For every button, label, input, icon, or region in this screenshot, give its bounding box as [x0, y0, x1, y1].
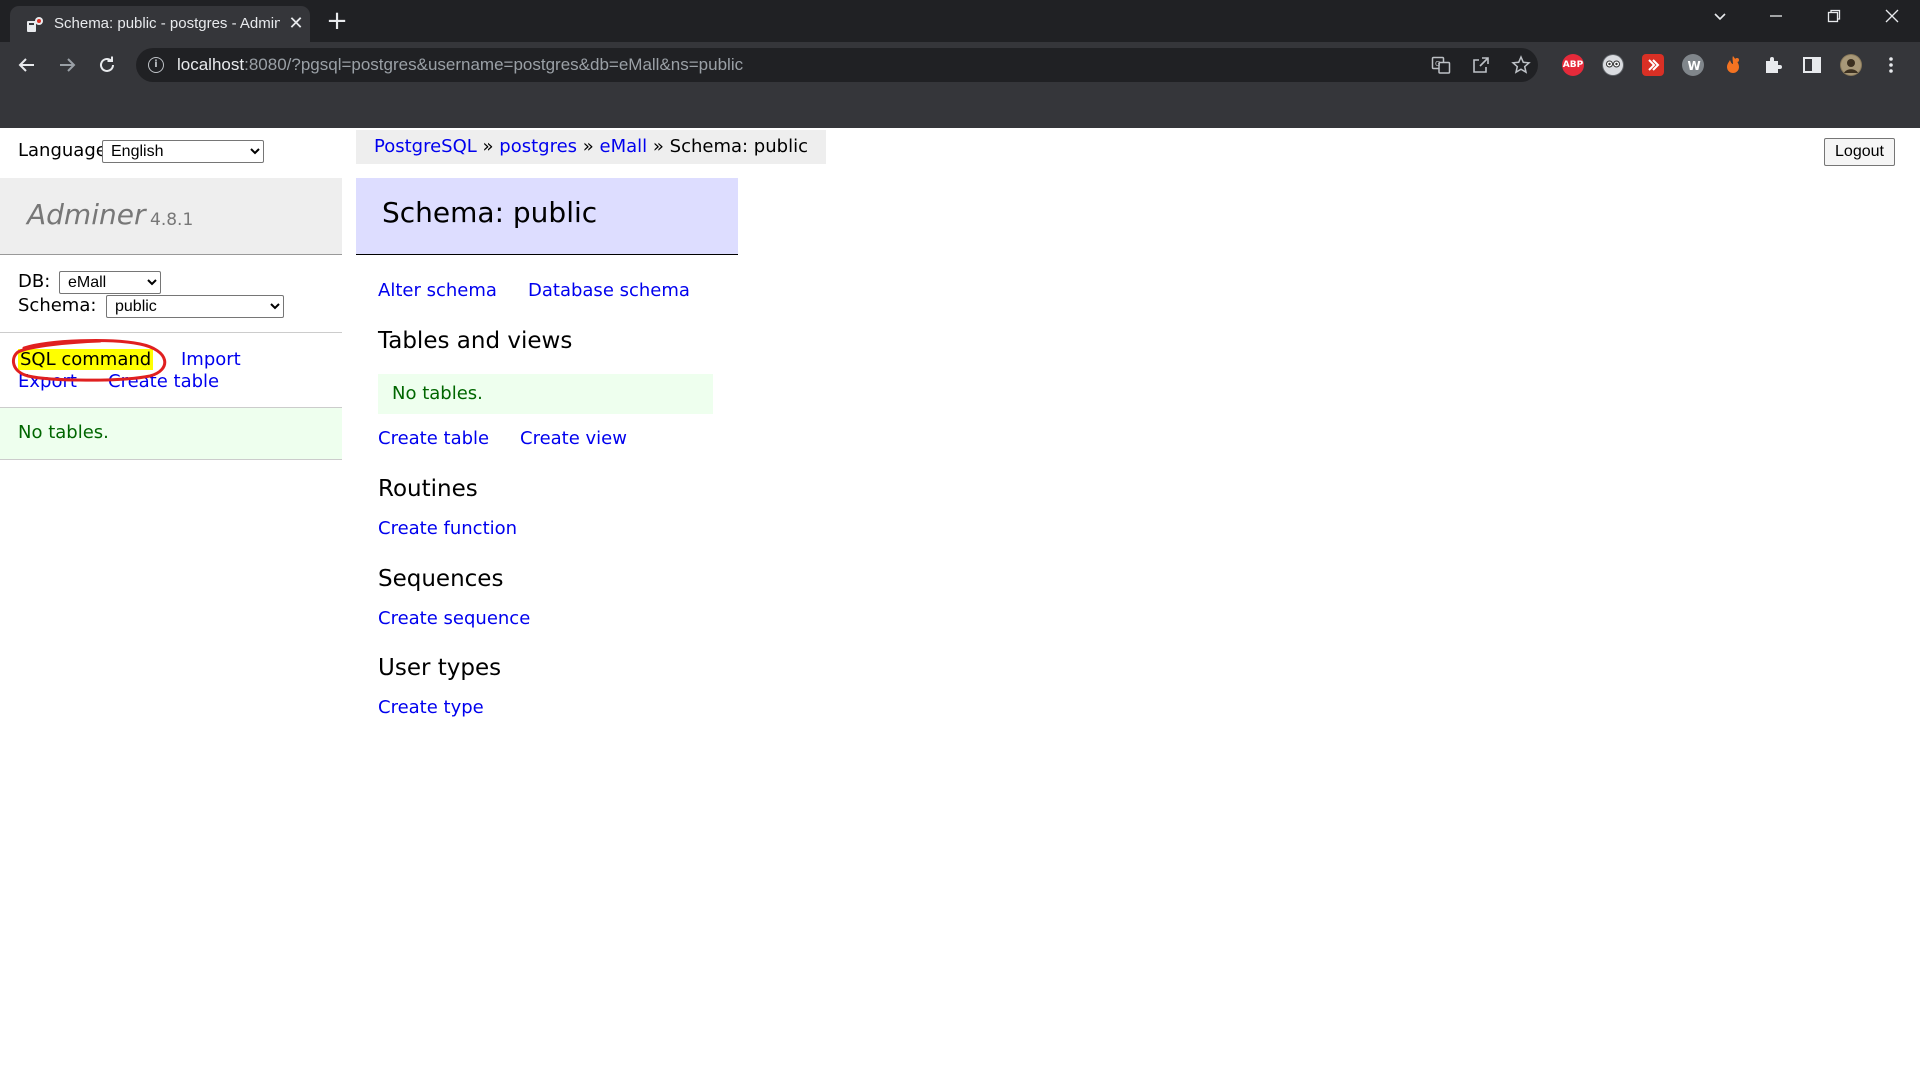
- share-icon[interactable]: [1470, 55, 1492, 77]
- browser-menu-icon[interactable]: [1880, 54, 1902, 76]
- db-label: DB:: [18, 271, 51, 292]
- create-view-link[interactable]: Create view: [520, 428, 627, 449]
- sql-command-link[interactable]: SQL command: [18, 349, 154, 370]
- create-sequence-link[interactable]: Create sequence: [378, 608, 530, 629]
- tab-search-icon[interactable]: [1692, 0, 1748, 36]
- video-extension-icon[interactable]: [1642, 54, 1664, 76]
- forward-icon[interactable]: [52, 50, 82, 80]
- restore-icon[interactable]: [1806, 0, 1862, 36]
- app-name[interactable]: Adminer: [27, 198, 145, 231]
- breadcrumb-separator: »: [652, 136, 664, 157]
- new-tab-button[interactable]: +: [322, 7, 352, 35]
- minimize-icon[interactable]: [1748, 0, 1804, 36]
- browser-toolbar: i localhost:8080/?pgsql=postgres&usernam…: [0, 42, 1920, 88]
- side-panel-icon[interactable]: [1801, 54, 1823, 76]
- user-types-heading: User types: [378, 655, 502, 681]
- logout-button[interactable]: Logout: [1824, 138, 1895, 166]
- browser-titlebar: Schema: public - postgres - Adminer ✕ +: [0, 0, 1920, 42]
- adminer-logo-header: Adminer 4.8.1: [0, 178, 342, 255]
- bookmark-star-icon[interactable]: [1510, 55, 1532, 77]
- db-select[interactable]: eMall: [59, 271, 161, 294]
- breadcrumb: PostgreSQL » postgres » eMall » Schema: …: [356, 130, 826, 164]
- database-schema-link[interactable]: Database schema: [528, 280, 690, 301]
- adminer-page: Language: English Adminer 4.8.1 DB: eMal…: [0, 128, 1920, 1080]
- alter-schema-link[interactable]: Alter schema: [378, 280, 497, 301]
- language-select[interactable]: English: [102, 140, 264, 163]
- tab-close-icon[interactable]: ✕: [286, 14, 306, 34]
- fire-extension-icon[interactable]: [1722, 54, 1744, 76]
- breadcrumb-server[interactable]: postgres: [499, 136, 577, 157]
- breadcrumb-separator: »: [482, 136, 494, 157]
- tab-title: Schema: public - postgres - Adminer: [54, 15, 280, 32]
- breadcrumb-postgresql[interactable]: PostgreSQL: [374, 136, 477, 157]
- site-info-icon[interactable]: i: [148, 57, 164, 73]
- sidebar-divider: [0, 332, 342, 333]
- create-function-link[interactable]: Create function: [378, 518, 517, 539]
- translate-icon[interactable]: G: [1430, 55, 1452, 77]
- w-extension-icon[interactable]: W: [1682, 54, 1704, 76]
- tables-and-views-heading: Tables and views: [378, 328, 573, 354]
- bookmarks-bar: [0, 88, 1920, 128]
- app-version: 4.8.1: [150, 210, 194, 230]
- schema-label: Schema:: [18, 295, 97, 316]
- create-type-link[interactable]: Create type: [378, 697, 484, 718]
- page-title-box: Schema: public: [356, 178, 738, 255]
- profile-avatar-icon[interactable]: [1840, 54, 1862, 76]
- import-link[interactable]: Import: [181, 349, 241, 370]
- breadcrumb-separator: »: [582, 136, 594, 157]
- language-label: Language:: [18, 140, 113, 161]
- sidebar-no-tables-message: No tables.: [0, 408, 342, 460]
- close-window-icon[interactable]: [1864, 0, 1920, 36]
- extensions-puzzle-icon[interactable]: [1762, 54, 1784, 76]
- back-icon[interactable]: [12, 50, 42, 80]
- breadcrumb-current: Schema: public: [669, 136, 808, 157]
- page-title: Schema: public: [382, 196, 598, 229]
- routines-heading: Routines: [378, 476, 478, 502]
- browser-tab-active[interactable]: Schema: public - postgres - Adminer ✕: [10, 6, 310, 42]
- export-link[interactable]: Export: [18, 371, 77, 392]
- svg-text:W: W: [1688, 59, 1701, 73]
- svg-text:G: G: [1435, 60, 1440, 68]
- url-text[interactable]: localhost:8080/?pgsql=postgres&username=…: [177, 55, 743, 75]
- main-no-tables-message: No tables.: [378, 374, 713, 414]
- reload-icon[interactable]: [92, 50, 122, 80]
- sidebar-create-table-link[interactable]: Create table: [108, 371, 219, 392]
- create-table-link[interactable]: Create table: [378, 428, 489, 449]
- breadcrumb-database[interactable]: eMall: [600, 136, 648, 157]
- address-bar[interactable]: i localhost:8080/?pgsql=postgres&usernam…: [136, 48, 1538, 82]
- schema-select[interactable]: public: [106, 295, 284, 318]
- owl-extension-icon[interactable]: [1602, 54, 1624, 76]
- sequences-heading: Sequences: [378, 566, 504, 592]
- adblock-extension-icon[interactable]: ABP: [1562, 54, 1584, 76]
- adminer-favicon-icon: [27, 17, 43, 32]
